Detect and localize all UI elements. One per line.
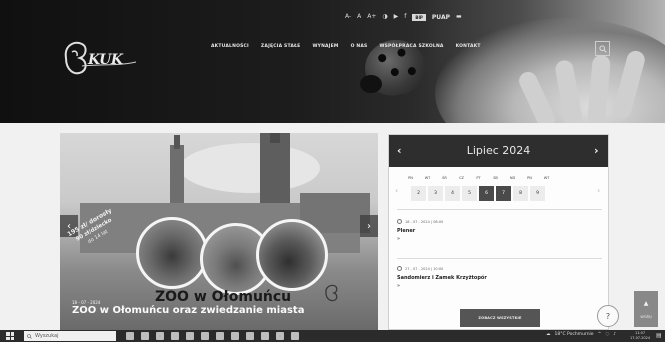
calendar-day[interactable]: 9 xyxy=(530,186,545,201)
nav-item-rental[interactable]: WYNAJEM xyxy=(306,44,344,49)
slide-logo xyxy=(325,284,338,302)
event-item[interactable]: 27 - 07 - 2024 | 10:00 Sandomierz i Zame… xyxy=(397,266,602,289)
day-name: CZ xyxy=(459,176,464,180)
excel-icon[interactable] xyxy=(231,332,239,340)
store-icon[interactable] xyxy=(171,332,179,340)
calendar-week-row: 2 3 4 5 6 7 8 9 xyxy=(411,186,547,201)
help-icon: ? xyxy=(605,311,611,321)
system-tray: ☁ 18°C Pochmurnie ^ ◌ ♪ xyxy=(546,332,616,337)
clock-icon xyxy=(397,266,402,271)
weather-text[interactable]: 18°C Pochmurnie xyxy=(555,332,594,337)
windows-start-icon[interactable] xyxy=(6,332,14,340)
logo-text: KUK xyxy=(88,52,123,68)
ladybug-head xyxy=(360,75,382,93)
event-more-link[interactable]: » xyxy=(397,283,602,289)
zoo-photo-animal-1 xyxy=(136,217,208,289)
calendar-month: Lipiec 2024 xyxy=(466,144,531,157)
calendar-day[interactable]: 4 xyxy=(445,186,460,201)
calendar-next-month-icon[interactable]: › xyxy=(594,144,599,157)
calendar-prev-month-icon[interactable]: ‹ xyxy=(397,144,402,157)
task-view-icon[interactable] xyxy=(126,332,134,340)
slider-next-button[interactable]: › xyxy=(360,215,378,237)
nav-item-contact[interactable]: KONTAKT xyxy=(450,44,487,49)
clock-date: 17.07.2024 xyxy=(630,336,651,340)
event-item[interactable]: 18 - 07 - 2024 | 08:00 Plener » xyxy=(397,219,602,242)
nav-item-classes[interactable]: ZAJĘCIA STAŁE xyxy=(255,44,307,49)
app-icon[interactable] xyxy=(291,332,299,340)
help-button[interactable]: ? xyxy=(597,305,619,327)
day-name: ŚR xyxy=(442,176,447,180)
day-name: SB xyxy=(493,176,498,180)
volume-icon[interactable]: ♪ xyxy=(613,332,616,337)
calendar-day-selected[interactable]: 7 xyxy=(496,186,511,201)
search-icon xyxy=(27,333,32,339)
event-date: 18 - 07 - 2024 | 08:00 xyxy=(405,219,444,224)
week-next-icon[interactable]: › xyxy=(597,186,600,195)
calendar-day[interactable]: 2 xyxy=(411,186,426,201)
day-name: WT xyxy=(424,176,431,180)
photos-icon[interactable] xyxy=(246,332,254,340)
scroll-top-label: WYŻEJ xyxy=(640,314,652,319)
calendar-day[interactable]: 3 xyxy=(428,186,443,201)
notifications-icon[interactable]: ▤ xyxy=(656,332,662,339)
arrow-up-icon: ▲ xyxy=(643,299,649,307)
tray-chevron-icon[interactable]: ^ xyxy=(598,332,602,337)
nav-item-schools[interactable]: WSPÓŁPRACA SZKOLNA xyxy=(373,44,449,49)
top-utility-bar: A- A A+ ◑ ▶ f BIP PUAP ▬ xyxy=(345,13,462,21)
clock-icon xyxy=(397,219,402,224)
event-title[interactable]: Plener xyxy=(397,228,602,234)
nav-item-news[interactable]: AKTUALNOŚCI xyxy=(205,44,255,49)
calendar-day-selected[interactable]: 6 xyxy=(479,186,494,201)
font-increase-icon[interactable]: A+ xyxy=(367,13,376,21)
taskbar-search[interactable]: Wyszukaj xyxy=(24,331,116,341)
font-reset-icon[interactable]: A xyxy=(357,13,361,21)
taskbar-clock[interactable]: 11:07 17.07.2024 xyxy=(630,331,650,341)
event-date: 27 - 07 - 2024 | 10:00 xyxy=(405,266,444,271)
site-header: KUK A- A A+ ◑ ▶ f BIP PUAP ▬ AKTUALNOŚCI… xyxy=(0,0,665,123)
calendar-day-names: PN WT ŚR CZ PT SB ND PN WT xyxy=(402,176,555,180)
mail-icon[interactable] xyxy=(186,332,194,340)
slide-title[interactable]: ZOO w Ołomuńcu oraz zwiedzanie miasta xyxy=(72,305,304,316)
calendar-day[interactable]: 8 xyxy=(513,186,528,201)
calendar-day[interactable]: 5 xyxy=(462,186,477,201)
facebook-icon[interactable]: f xyxy=(404,13,406,21)
nav-item-about[interactable]: O NAS xyxy=(345,44,374,49)
event-more-link[interactable]: » xyxy=(397,236,602,242)
event-title[interactable]: Sandomierz i Zamek Krzyżtopór xyxy=(397,275,602,281)
search-icon xyxy=(598,44,607,53)
zoo-photo-animal-3 xyxy=(256,219,328,291)
day-name: PN xyxy=(408,176,413,180)
taskbar-search-placeholder: Wyszukaj xyxy=(35,333,59,339)
settings-icon[interactable] xyxy=(261,332,269,340)
edge-icon[interactable] xyxy=(141,332,149,340)
network-icon[interactable]: ◌ xyxy=(605,332,609,337)
file-explorer-icon[interactable] xyxy=(156,332,164,340)
windows-taskbar: Wyszukaj ☁ 18°C Pochmurnie ^ ◌ ♪ 11:07 1… xyxy=(0,330,665,342)
epuap-link[interactable]: PUAP xyxy=(432,14,450,21)
search-button[interactable] xyxy=(595,41,610,56)
day-name: WT xyxy=(543,176,550,180)
word-icon[interactable] xyxy=(216,332,224,340)
font-decrease-icon[interactable]: A- xyxy=(345,13,351,21)
app-icon[interactable] xyxy=(276,332,284,340)
bip-badge[interactable]: BIP xyxy=(412,13,426,21)
scroll-to-top-button[interactable]: ▲ WYŻEJ xyxy=(634,291,658,327)
calendar-header: Lipiec 2024 ‹ › xyxy=(389,135,608,167)
youtube-icon[interactable]: ▶ xyxy=(394,13,399,21)
see-all-events-button[interactable]: ZOBACZ WSZYSTKIE xyxy=(460,309,540,327)
weather-icon[interactable]: ☁ xyxy=(546,332,551,337)
chrome-icon[interactable] xyxy=(201,332,209,340)
week-prev-icon[interactable]: ‹ xyxy=(395,186,398,195)
contrast-icon[interactable]: ◑ xyxy=(382,13,387,21)
day-name: PT xyxy=(476,176,481,180)
browser-screen: KUK A- A A+ ◑ ▶ f BIP PUAP ▬ AKTUALNOŚCI… xyxy=(0,0,665,342)
main-navigation: AKTUALNOŚCI ZAJĘCIA STAŁE WYNAJEM O NAS … xyxy=(205,44,487,49)
taskbar-apps xyxy=(126,332,299,340)
monitor-icon[interactable]: ▬ xyxy=(456,13,462,21)
day-name: PN xyxy=(527,176,532,180)
day-name: ND xyxy=(509,176,516,180)
slide-headline: ZOO w Ołomuńcu xyxy=(155,289,292,305)
events-calendar: Lipiec 2024 ‹ › PN WT ŚR CZ PT SB ND PN … xyxy=(388,134,609,330)
